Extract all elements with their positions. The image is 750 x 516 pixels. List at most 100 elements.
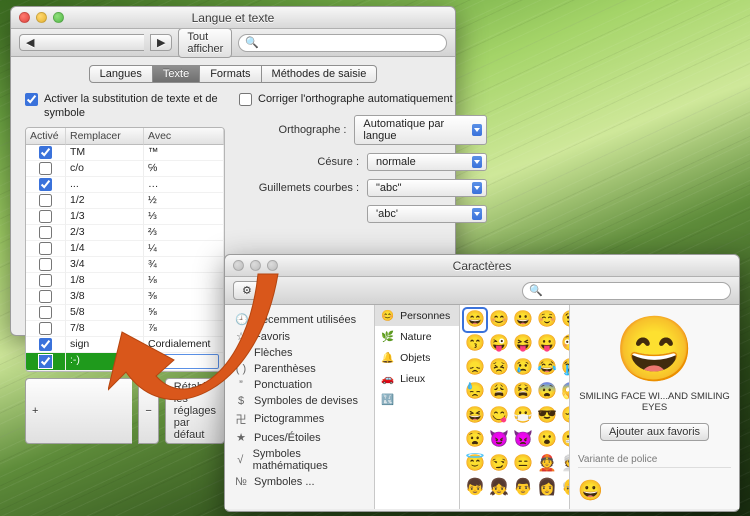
emoji-cell[interactable]: 😉 [560, 309, 569, 331]
row-active-checkbox[interactable] [39, 226, 52, 239]
sidebar-item[interactable]: ”Ponctuation [225, 377, 374, 393]
row-with-cell[interactable]: ⅞ [144, 321, 224, 337]
table-row[interactable]: 3/4¾ [26, 257, 224, 273]
close-icon[interactable] [233, 260, 244, 271]
tab-formats[interactable]: Formats [200, 65, 261, 83]
table-row[interactable]: 3/8⅜ [26, 289, 224, 305]
emoji-cell[interactable]: 😆 [464, 405, 486, 427]
row-with-cell[interactable]: ℅ [144, 161, 224, 177]
emoji-cell[interactable]: 😧 [464, 429, 486, 451]
emoji-cell[interactable]: 👧 [488, 477, 510, 499]
emoji-cell[interactable]: 😴 [560, 405, 569, 427]
sidebar-item[interactable]: ( )Parenthèses [225, 361, 374, 377]
col-replace[interactable]: Remplacer [66, 128, 144, 145]
row-active-checkbox[interactable] [39, 210, 52, 223]
emoji-cell[interactable]: 😀 [512, 309, 534, 331]
row-with-cell[interactable] [144, 353, 224, 371]
zoom-icon[interactable] [267, 260, 278, 271]
back-button[interactable]: ◀ [19, 34, 144, 51]
row-active-checkbox[interactable] [39, 242, 52, 255]
row-replace-cell[interactable]: 1/2 [66, 193, 144, 209]
guillemets-select-double[interactable]: "abc" [367, 179, 487, 197]
search-field[interactable] [547, 283, 724, 298]
category-item[interactable]: 🔣 [375, 389, 459, 410]
sidebar-item[interactable]: $Symboles de devises [225, 393, 374, 409]
emoji-cell[interactable]: 😜 [488, 333, 510, 355]
row-with-cell[interactable]: ⅛ [144, 273, 224, 289]
row-with-cell[interactable]: Cordialement [144, 337, 224, 353]
search-input[interactable]: 🔍 [238, 34, 447, 52]
row-active-checkbox[interactable] [39, 290, 52, 303]
sidebar-item[interactable]: →Flèches [225, 345, 374, 361]
row-active-checkbox[interactable] [39, 146, 52, 159]
emoji-cell[interactable]: 😝 [512, 333, 534, 355]
row-with-cell[interactable]: ™ [144, 145, 224, 161]
emoji-cell[interactable]: 😳 [560, 333, 569, 355]
emoji-cell[interactable]: 😄 [464, 309, 486, 331]
tab-languages[interactable]: Langues [89, 65, 153, 83]
tab-text[interactable]: Texte [153, 65, 200, 83]
remove-row-button[interactable]: − [138, 378, 158, 444]
row-with-cell[interactable]: ¾ [144, 257, 224, 273]
emoji-cell[interactable]: 😬 [560, 429, 569, 451]
minimize-icon[interactable] [250, 260, 261, 271]
sidebar-item[interactable]: √Symboles mathématiques [225, 446, 374, 474]
emoji-cell[interactable]: 😑 [512, 453, 534, 475]
emoji-cell[interactable]: 👴 [560, 477, 569, 499]
zoom-icon[interactable] [53, 12, 64, 23]
show-all-button[interactable]: Tout afficher [178, 28, 232, 58]
row-replace-cell[interactable]: c/o [66, 161, 144, 177]
settings-button[interactable]: ⚙︎ ▾ [233, 281, 270, 300]
row-replace-cell[interactable]: ... [66, 177, 144, 193]
category-item[interactable]: 🔔Objets [375, 347, 459, 368]
emoji-cell[interactable]: 👨 [512, 477, 534, 499]
row-active-checkbox[interactable] [39, 258, 52, 271]
row-active-checkbox[interactable] [39, 306, 52, 319]
tab-input-methods[interactable]: Méthodes de saisie [262, 65, 378, 83]
guillemets-select-single[interactable]: 'abc' [367, 205, 487, 223]
table-row[interactable]: 5/8⅝ [26, 305, 224, 321]
emoji-cell[interactable]: 👩 [536, 477, 558, 499]
row-with-cell[interactable]: … [144, 177, 224, 193]
emoji-cell[interactable]: 😢 [512, 357, 534, 379]
category-item[interactable]: 🚗Lieux [375, 368, 459, 389]
emoji-cell[interactable]: 😓 [464, 381, 486, 403]
row-replace-cell[interactable]: 1/3 [66, 209, 144, 225]
table-row[interactable]: c/o℅ [26, 161, 224, 177]
emoji-cell[interactable]: 😇 [464, 453, 486, 475]
restore-defaults-button[interactable]: Rétablir les réglages par défaut [165, 378, 225, 444]
row-replace-cell[interactable]: 7/8 [66, 321, 144, 337]
close-icon[interactable] [19, 12, 30, 23]
row-replace-cell[interactable]: 3/4 [66, 257, 144, 273]
search-input[interactable]: 🔍 [522, 282, 731, 300]
emoji-cell[interactable]: 😊 [488, 309, 510, 331]
row-active-checkbox[interactable] [39, 178, 52, 191]
add-to-favorites-button[interactable]: Ajouter aux favoris [600, 423, 709, 441]
row-replace-cell[interactable]: :-) [66, 353, 144, 371]
sidebar-item[interactable]: №Symboles ... [225, 474, 374, 490]
row-replace-cell[interactable]: 2/3 [66, 225, 144, 241]
table-row[interactable]: ...… [26, 177, 224, 193]
add-row-button[interactable]: + [25, 378, 132, 444]
row-replace-cell[interactable]: 1/4 [66, 241, 144, 257]
sidebar-item[interactable]: 卍Pictogrammes [225, 409, 374, 429]
row-replace-cell[interactable]: 5/8 [66, 305, 144, 321]
row-with-cell[interactable]: ½ [144, 193, 224, 209]
row-with-input[interactable] [148, 354, 219, 369]
table-row[interactable]: 1/2½ [26, 193, 224, 209]
row-with-cell[interactable]: ⅝ [144, 305, 224, 321]
row-replace-cell[interactable]: 3/8 [66, 289, 144, 305]
row-replace-cell[interactable]: 1/8 [66, 273, 144, 289]
emoji-cell[interactable]: 😨 [536, 381, 558, 403]
emoji-cell[interactable]: 👳 [560, 453, 569, 475]
search-field[interactable] [263, 35, 440, 50]
sidebar-item[interactable]: ☆Favoris [225, 328, 374, 345]
table-row[interactable]: 2/3⅔ [26, 225, 224, 241]
ortho-select[interactable]: Automatique par langue [354, 115, 487, 145]
emoji-cell[interactable]: 😞 [464, 357, 486, 379]
row-active-checkbox[interactable] [39, 322, 52, 335]
emoji-cell[interactable]: 😂 [536, 357, 558, 379]
emoji-cell[interactable]: 😋 [488, 405, 510, 427]
emoji-cell[interactable]: 😫 [512, 381, 534, 403]
category-item[interactable]: 🌿Nature [375, 326, 459, 347]
